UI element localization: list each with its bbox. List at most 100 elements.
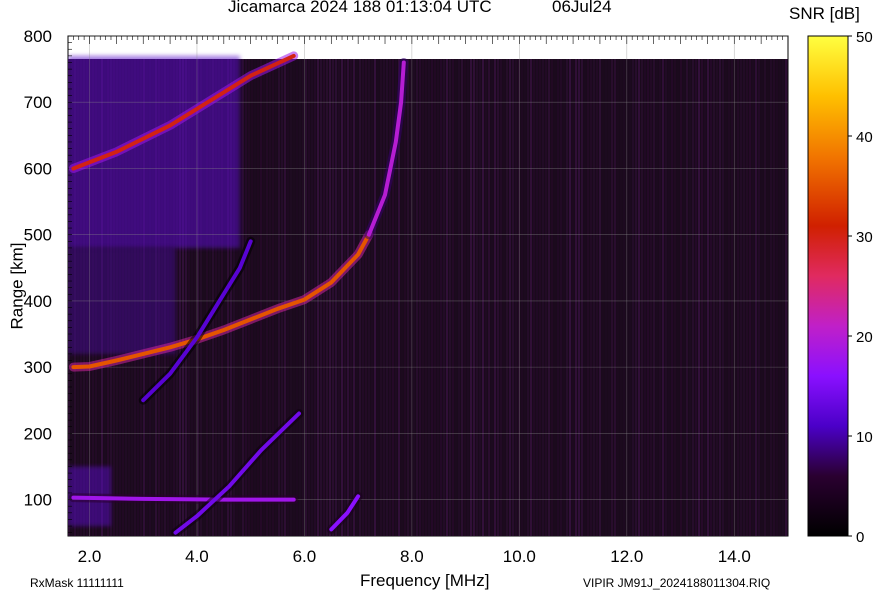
noise-streak: [680, 59, 682, 536]
noise-streak: [713, 59, 715, 536]
noise-streak: [707, 59, 709, 536]
noise-streak: [629, 59, 631, 536]
noise-streak: [590, 59, 592, 536]
noise-streak: [770, 59, 772, 536]
noise-streak: [755, 59, 757, 536]
noise-streak: [482, 59, 484, 536]
noise-streak: [611, 59, 613, 536]
noise-streak: [767, 59, 769, 536]
noise-streak: [743, 59, 745, 536]
noise-streak: [689, 59, 691, 536]
x-axis-label: Frequency [MHz]: [360, 571, 490, 590]
noise-streak: [533, 59, 535, 536]
x-tick-label: 12.0: [610, 547, 643, 566]
noise-streak: [578, 59, 580, 536]
noise-streak: [326, 59, 328, 536]
noise-streak: [263, 59, 265, 536]
noise-streak: [722, 59, 724, 536]
noise-streak: [257, 59, 259, 536]
colorbar-tick-label: 40: [856, 129, 873, 146]
noise-streak: [503, 59, 505, 536]
noise-streak: [785, 59, 787, 536]
noise-streak: [329, 59, 331, 536]
noise-streak: [368, 59, 370, 536]
noise-streak: [446, 59, 448, 536]
noise-streak: [347, 59, 349, 536]
diffuse-echo: [68, 55, 240, 248]
noise-streak: [677, 59, 679, 536]
noise-streak: [731, 59, 733, 536]
noise-streak: [260, 59, 262, 536]
noise-streak: [623, 59, 625, 536]
noise-streak: [554, 59, 556, 536]
noise-streak: [746, 59, 748, 536]
noise-streak: [632, 59, 634, 536]
noise-streak: [359, 59, 361, 536]
noise-streak: [452, 59, 454, 536]
ionogram-chart: 2.0 4.0 6.0 8.0 10.0 12.0 14.0 100200300400500…: [24, 27, 873, 566]
noise-streak: [773, 59, 775, 536]
noise-streak: [662, 59, 664, 536]
noise-streak: [509, 59, 511, 536]
y-tick-label: 300: [24, 358, 52, 377]
noise-streak: [581, 59, 583, 536]
noise-streak: [605, 59, 607, 536]
noise-streak: [338, 59, 340, 536]
noise-streak: [440, 59, 442, 536]
noise-streak: [377, 59, 379, 536]
noise-streak: [704, 59, 706, 536]
noise-streak: [344, 59, 346, 536]
chart-title: Jicamarca 2024 188 01:13:04 UTC: [228, 0, 492, 16]
noise-streak: [272, 59, 274, 536]
noise-streak: [647, 59, 649, 536]
noise-streak: [569, 59, 571, 536]
noise-streak: [575, 59, 577, 536]
noise-streak: [728, 59, 730, 536]
noise-streak: [545, 59, 547, 536]
noise-streak: [536, 59, 538, 536]
noise-streak: [275, 59, 277, 536]
noise-streak: [668, 59, 670, 536]
noise-streak: [269, 59, 271, 536]
x-tick-label: 10.0: [503, 547, 536, 566]
noise-streak: [749, 59, 751, 536]
y-axis-label: Range [km]: [7, 242, 27, 330]
noise-streak: [320, 59, 322, 536]
noise-streak: [782, 59, 784, 536]
colorbar: [807, 35, 849, 537]
noise-streak: [287, 59, 289, 536]
noise-streak: [737, 59, 739, 536]
noise-streak: [497, 59, 499, 536]
noise-streak: [491, 59, 493, 536]
x-tick-label: 4.0: [185, 547, 209, 566]
noise-streak: [653, 59, 655, 536]
noise-streak: [380, 59, 382, 536]
noise-streak: [386, 59, 388, 536]
y-tick-label: 600: [24, 159, 52, 178]
noise-streak: [350, 59, 352, 536]
noise-streak: [701, 59, 703, 536]
noise-streak: [650, 59, 652, 536]
noise-streak: [641, 59, 643, 536]
noise-streak: [266, 59, 268, 536]
noise-streak: [461, 59, 463, 536]
noise-streak: [614, 59, 616, 536]
noise-streak: [488, 59, 490, 536]
noise-streak: [566, 59, 568, 536]
y-tick-label: 800: [24, 27, 52, 46]
noise-streak: [389, 59, 391, 536]
noise-streak: [464, 59, 466, 536]
noise-streak: [539, 59, 541, 536]
noise-streak: [674, 59, 676, 536]
noise-streak: [572, 59, 574, 536]
noise-streak: [449, 59, 451, 536]
noise-streak: [419, 59, 421, 536]
noise-streak: [362, 59, 364, 536]
noise-streak: [290, 59, 292, 536]
noise-streak: [335, 59, 337, 536]
y-tick-label: 100: [24, 491, 52, 510]
noise-streak: [530, 59, 532, 536]
noise-streak: [665, 59, 667, 536]
noise-streak: [422, 59, 424, 536]
noise-streak: [584, 59, 586, 536]
